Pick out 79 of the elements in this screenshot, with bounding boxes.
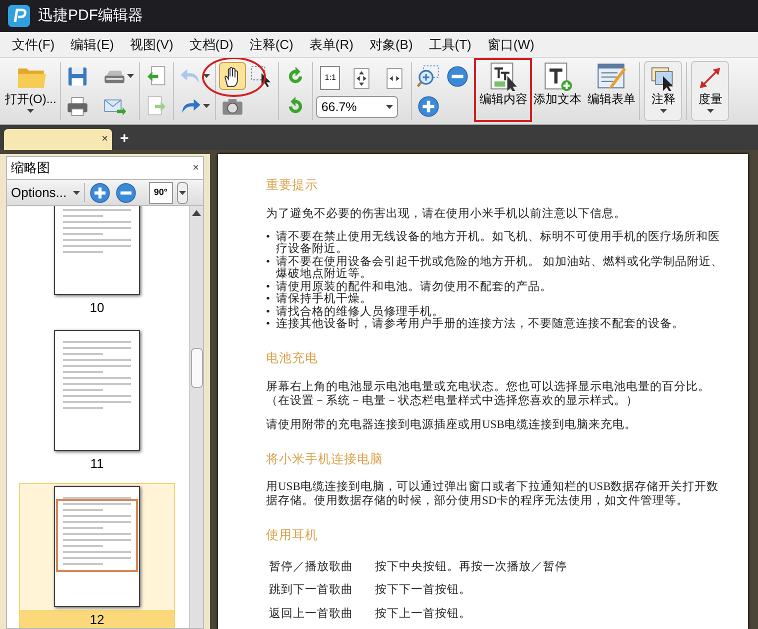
table-cell-text: 按下下一首按钮。 — [375, 582, 472, 598]
zoom-field[interactable]: 66.7% — [316, 96, 398, 118]
close-button[interactable]: × — [192, 160, 199, 176]
scroll-up-icon[interactable] — [192, 210, 201, 216]
bullet: • — [266, 306, 272, 318]
panel-title: 缩略图 — [11, 159, 50, 178]
tool-button[interactable]: 1:1 — [318, 64, 342, 92]
paragraph: 用USB电缆连接到电脑，可以通过弹出窗口或者下拉通知栏的USB数据存储开关打开数据存储。使用数据存储的时候，部分使用SD卡的程序无法使用，如文件管理等。 — [266, 480, 720, 508]
list-item-text: 请找合格的维修人员修理手机。 — [276, 306, 444, 318]
tool-button[interactable]: 添加文本 — [532, 58, 582, 124]
save-icon — [66, 64, 90, 88]
menu-item[interactable]: 视图(V) — [122, 34, 182, 54]
scrollbar-thumb[interactable] — [190, 348, 202, 388]
paragraph: 为了避免不必要的伤害出现，请在使用小米手机以前注意以下信息。 — [266, 206, 627, 221]
list-item-text: 请不要在使用设备会引起干扰或危险的地方开机。 如加油站、燃料或化学制品附近、爆破地点附近等。 — [276, 256, 724, 280]
zoom-in-icon — [417, 64, 440, 88]
caret-icon — [386, 105, 394, 109]
printer-icon — [66, 94, 90, 118]
menu-item[interactable]: 注释(C) — [241, 34, 302, 54]
section-heading: 电池充电 — [266, 350, 319, 367]
rotate-button[interactable]: 90° — [148, 182, 173, 204]
zoom-in-icon — [417, 94, 440, 118]
bullet: • — [266, 318, 272, 331]
page-arrow-icon — [145, 94, 168, 118]
form-pencil-icon — [596, 61, 626, 91]
caret-icon — [72, 190, 80, 194]
menu-item[interactable]: 文件(F) — [4, 34, 63, 54]
close-tab-button[interactable]: × — [102, 131, 108, 148]
menu-item[interactable]: 表单(R) — [301, 34, 362, 54]
tool-button[interactable]: 度量 — [691, 61, 730, 121]
tool-button[interactable]: 打开(O)... — [4, 58, 58, 124]
selection-cursor-icon — [250, 64, 274, 88]
section-heading: 使用耳机 — [266, 527, 319, 544]
menu-item[interactable]: 工具(T) — [420, 34, 480, 54]
menu-item[interactable]: 窗口(W) — [479, 34, 542, 54]
page-thumbnail[interactable]: 10 — [19, 206, 175, 319]
expand-button[interactable] — [176, 182, 188, 204]
page-number: 10 — [88, 299, 106, 317]
table-cell-text: 返回上一首歌曲 — [269, 606, 354, 622]
tool-button[interactable]: 注释 — [644, 61, 682, 121]
list-item-text: 请不要在禁止使用无线设备的地方开机。如飞机、标明不可使用手机的医疗场所和医疗设备附近。 — [276, 230, 721, 256]
list-item-text: 连接其他设备时，请参考用户手册的连接方法，不要随意连接不配套的设备。 — [276, 318, 684, 331]
edit-text-icon — [488, 61, 518, 91]
zoom-in-icon — [88, 182, 111, 204]
page-number: 11 — [89, 455, 105, 473]
add-text-icon — [542, 61, 572, 91]
menu-item[interactable]: 文档(D) — [181, 34, 242, 54]
section-heading: 重要提示 — [266, 177, 319, 194]
new-tab-button[interactable]: + — [120, 128, 129, 150]
table-cell-text: 按下中央按钮。再按一次播放／暂停 — [375, 560, 568, 575]
page-thumbnail[interactable]: 11 — [19, 327, 175, 475]
window-title: 迅捷PDF编辑器 — [38, 6, 143, 26]
page-thumbnail[interactable]: 12 — [19, 483, 175, 628]
menu-item[interactable]: 编辑(E) — [62, 34, 122, 54]
tool-button[interactable]: 编辑内容 — [478, 58, 528, 124]
menu-item[interactable]: 对象(B) — [361, 34, 421, 54]
highlight-frame — [474, 58, 532, 122]
table-cell-text: 按下上一首按钮。 — [375, 606, 472, 622]
tool-button[interactable]: 编辑表单 — [586, 58, 636, 124]
section-heading: 将小米手机连接电脑 — [266, 450, 384, 468]
tool-button[interactable] — [219, 62, 246, 90]
app-logo-icon — [8, 5, 30, 27]
list-item-text: 请保持手机干燥。 — [276, 293, 372, 306]
table-cell-text: 暂停／播放歌曲 — [269, 560, 354, 575]
table-cell-text: 跳到下一首歌曲 — [269, 582, 354, 598]
bullet: • — [266, 280, 272, 294]
bullet: • — [266, 293, 272, 306]
paragraph: 屏幕右上角的电池显示电池电量或充电状态。您也可以选择显示电池电量的百分比。（在设置－系统－电量－状态栏电量样式中选择您喜欢的显示样式。） — [266, 380, 711, 408]
page-number: 12 — [20, 610, 174, 628]
scrollbar[interactable] — [189, 206, 203, 628]
options-dropdown[interactable]: Options... — [11, 182, 85, 202]
list-item-text: 请使用原装的配件和电池。请勿使用不配套的产品。 — [276, 280, 552, 293]
bullet: • — [266, 230, 272, 245]
bullet: • — [266, 256, 272, 270]
zoom-out-icon — [114, 182, 137, 204]
document-tab[interactable]: × — [4, 129, 112, 150]
paragraph: 请使用附带的充电器连接到电源插座或用USB电缆连接到电脑来充电。 — [266, 418, 638, 432]
zoom-out-icon — [446, 64, 470, 88]
caret-icon — [178, 190, 186, 194]
